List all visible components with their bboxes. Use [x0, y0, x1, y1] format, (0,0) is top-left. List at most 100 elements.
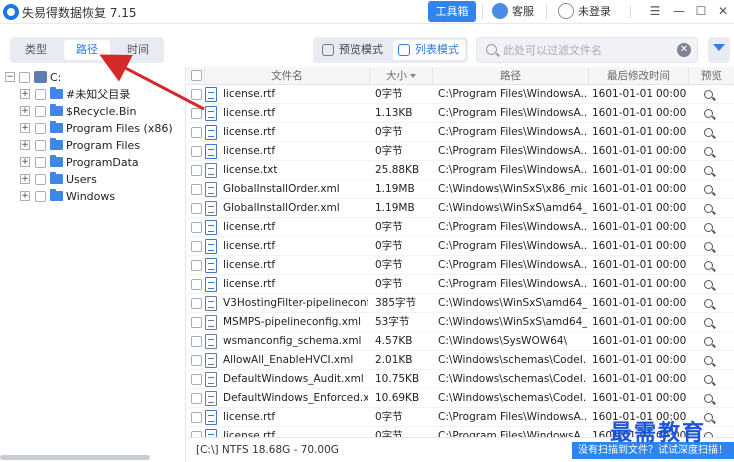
table-row[interactable]: license.rtf 0字节 C:\Program Files\WindowsA.… [187, 85, 734, 104]
row-checkbox[interactable] [191, 222, 202, 233]
table-row[interactable]: MSMPS-pipelineconfig.xml 53字节 C:\Windows\W… [187, 313, 734, 332]
tree-checkbox[interactable] [35, 106, 46, 117]
table-row[interactable]: license.rtf 0字节 C:\Program Files\WindowsA.… [187, 275, 734, 294]
tree-item[interactable]: + Program Files (x86) [0, 120, 186, 137]
row-checkbox[interactable] [191, 146, 202, 157]
minimize-icon[interactable]: — [670, 2, 688, 20]
row-checkbox[interactable] [191, 127, 202, 138]
table-row[interactable]: GlobalInstallOrder.xml 1.19MB C:\Windows\W… [187, 180, 734, 199]
row-checkbox[interactable] [191, 203, 202, 214]
table-row[interactable]: license.rtf 0字节 C:\Program Files\WindowsA.… [187, 256, 734, 275]
row-checkbox[interactable] [191, 184, 202, 195]
preview-mode-button[interactable]: 预览模式 [317, 40, 389, 60]
row-checkbox[interactable] [191, 336, 202, 347]
table-row[interactable]: license.txt 25.88KB C:\Program Files\Windo… [187, 161, 734, 180]
filter-input[interactable] [503, 41, 673, 59]
service-button[interactable]: 客服 [492, 3, 534, 21]
header-name[interactable]: 文件名 [205, 67, 370, 85]
table-row[interactable]: wsmanconfig_schema.xml 4.57KB C:\Windows\S… [187, 332, 734, 351]
preview-icon[interactable] [704, 242, 713, 251]
tree-item[interactable]: + Program Files [0, 137, 186, 154]
preview-icon[interactable] [704, 223, 713, 232]
header-size[interactable]: 大小 [370, 67, 433, 85]
preview-icon[interactable] [704, 356, 713, 365]
maximize-icon[interactable]: ☐ [692, 2, 710, 20]
row-checkbox[interactable] [191, 165, 202, 176]
tree-root[interactable]: − C: [0, 69, 186, 86]
table-row[interactable]: DefaultWindows_Audit.xml 10.75KB C:\Window… [187, 370, 734, 389]
preview-icon[interactable] [704, 128, 713, 137]
row-checkbox[interactable] [191, 241, 202, 252]
tree-checkbox[interactable] [35, 89, 46, 100]
row-checkbox[interactable] [191, 298, 202, 309]
expand-icon[interactable]: + [20, 174, 30, 184]
tree-checkbox[interactable] [35, 123, 46, 134]
tab-path[interactable]: 路径 [64, 40, 110, 60]
tree-item[interactable]: + Windows [0, 188, 186, 205]
tree-item[interactable]: + $Recycle.Bin [0, 103, 186, 120]
row-checkbox[interactable] [191, 317, 202, 328]
preview-icon[interactable] [704, 166, 713, 175]
file-date: 1601-01-01 [592, 240, 652, 252]
preview-icon[interactable] [704, 185, 713, 194]
preview-icon[interactable] [704, 147, 713, 156]
preview-icon[interactable] [704, 337, 713, 346]
preview-icon[interactable] [704, 261, 713, 270]
table-row[interactable]: license.rtf 1.13KB C:\Program Files\Window… [187, 104, 734, 123]
preview-icon[interactable] [704, 299, 713, 308]
toolbox-button[interactable]: 工具箱 [428, 1, 476, 22]
collapse-icon[interactable]: − [5, 72, 15, 82]
tree-checkbox[interactable] [35, 140, 46, 151]
expand-icon[interactable]: + [20, 157, 30, 167]
table-row[interactable]: AllowAll_EnableHVCI.xml 2.01KB C:\Windows\… [187, 351, 734, 370]
row-checkbox[interactable] [191, 393, 202, 404]
tree-scrollbar[interactable] [0, 455, 150, 460]
tree-checkbox[interactable] [35, 191, 46, 202]
filter-button[interactable] [708, 37, 730, 63]
tree-item[interactable]: + ProgramData [0, 154, 186, 171]
table-row[interactable]: V3HostingFilter-pipelineconf... 385字节 C:\W… [187, 294, 734, 313]
expand-icon[interactable]: + [20, 89, 30, 99]
table-row[interactable]: DefaultWindows_Enforced.x... 10.69KB C:\Wi… [187, 389, 734, 408]
menu-icon[interactable]: ☰ [646, 2, 664, 20]
tab-type[interactable]: 类型 [13, 40, 59, 60]
preview-icon[interactable] [704, 109, 713, 118]
table-row[interactable]: license.rtf 0字节 C:\Program Files\WindowsA.… [187, 218, 734, 237]
tree-checkbox[interactable] [19, 72, 30, 83]
clear-icon[interactable]: ✕ [677, 43, 691, 57]
preview-icon[interactable] [704, 90, 713, 99]
tree-checkbox[interactable] [35, 157, 46, 168]
row-checkbox[interactable] [191, 89, 202, 100]
tree-checkbox[interactable] [35, 174, 46, 185]
row-checkbox[interactable] [191, 355, 202, 366]
table-row[interactable]: license.rtf 0字节 C:\Program Files\WindowsA.… [187, 123, 734, 142]
tab-time[interactable]: 时间 [115, 40, 161, 60]
header-modified[interactable]: 最后修改时间 [589, 67, 689, 85]
row-checkbox[interactable] [191, 279, 202, 290]
row-checkbox[interactable] [191, 412, 202, 423]
expand-icon[interactable]: + [20, 123, 30, 133]
table-row[interactable]: license.rtf 0字节 C:\Program Files\WindowsA.… [187, 237, 734, 256]
row-checkbox[interactable] [191, 108, 202, 119]
login-button[interactable]: 未登录 [558, 3, 611, 21]
close-icon[interactable]: ✕ [714, 2, 732, 20]
select-all-checkbox[interactable] [191, 70, 202, 81]
row-checkbox[interactable] [191, 374, 202, 385]
list-mode-button[interactable]: 列表模式 [393, 40, 465, 60]
preview-icon[interactable] [704, 204, 713, 213]
table-row[interactable]: license.rtf 0字节 C:\Program Files\WindowsA.… [187, 142, 734, 161]
preview-icon[interactable] [704, 318, 713, 327]
preview-icon[interactable] [704, 280, 713, 289]
expand-icon[interactable]: + [20, 191, 30, 201]
tree-item[interactable]: + #未知父目录 [0, 86, 186, 103]
file-size: 1.19MB [375, 183, 415, 195]
service-label: 客服 [512, 5, 534, 18]
expand-icon[interactable]: + [20, 106, 30, 116]
expand-icon[interactable]: + [20, 140, 30, 150]
preview-icon[interactable] [704, 394, 713, 403]
tree-item[interactable]: + Users [0, 171, 186, 188]
header-path[interactable]: 路径 [433, 67, 589, 85]
row-checkbox[interactable] [191, 260, 202, 271]
table-row[interactable]: GlobalInstallOrder.xml 1.19MB C:\Windows\W… [187, 199, 734, 218]
preview-icon[interactable] [704, 375, 713, 384]
